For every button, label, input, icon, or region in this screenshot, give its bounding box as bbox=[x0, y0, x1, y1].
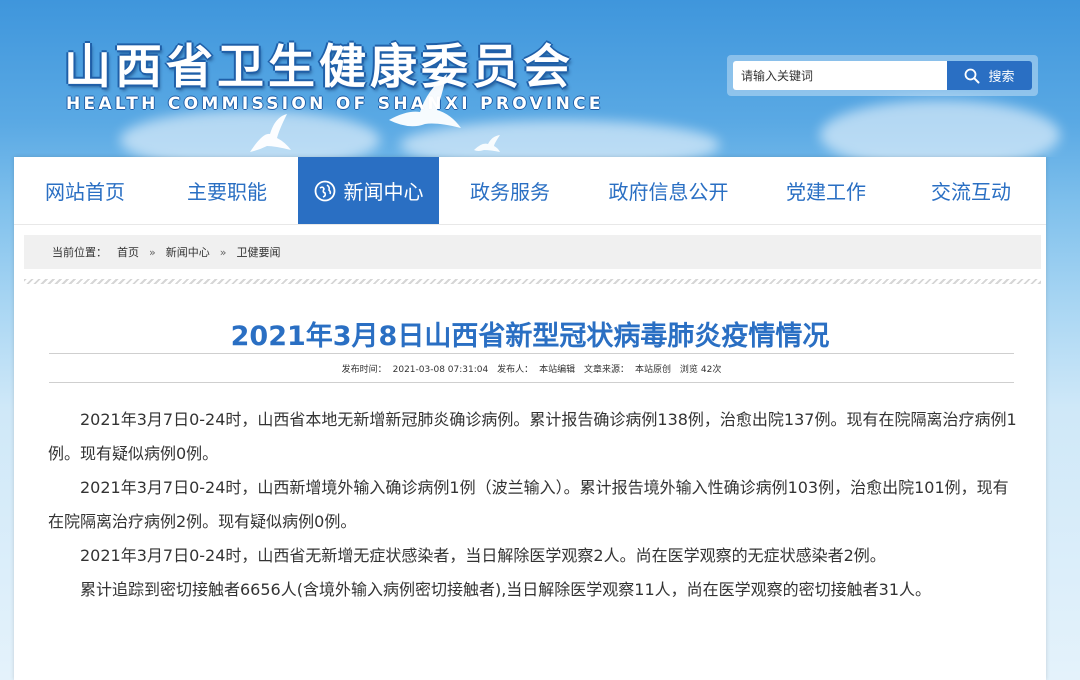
publisher-label: 发布人： bbox=[497, 365, 534, 375]
nav-item-functions[interactable]: 主要职能 bbox=[156, 157, 298, 224]
publisher: 本站编辑 bbox=[539, 365, 576, 375]
article-paragraph: 2021年3月7日0-24时，山西新增境外输入确诊病例1例（波兰输入）。累计报告… bbox=[48, 478, 1009, 531]
breadcrumb-separator: » bbox=[149, 245, 156, 259]
source-label: 文章来源： bbox=[584, 365, 630, 375]
publish-time: 2021-03-08 07:31:04 bbox=[392, 365, 489, 375]
article-title: 2021年3月8日山西省新型冠状病毒肺炎疫情情况 bbox=[230, 321, 830, 352]
search-button-label: 搜索 bbox=[988, 70, 1015, 85]
dove-icon bbox=[250, 114, 291, 152]
nav-item-home[interactable]: 网站首页 bbox=[14, 157, 156, 224]
search-icon bbox=[965, 68, 980, 83]
nav-item-news[interactable]: 新闻中心 bbox=[298, 157, 439, 224]
breadcrumb: 当前位置： 首页 » 新闻中心 » 卫健要闻 bbox=[24, 235, 1041, 269]
nav-item-label: 交流互动 bbox=[931, 180, 1011, 204]
breadcrumb-link-home[interactable]: 首页 bbox=[117, 244, 139, 260]
nav-item-gov-services[interactable]: 政务服务 bbox=[439, 157, 581, 224]
nav-item-label: 主要职能 bbox=[187, 180, 267, 204]
search-box: 搜索 bbox=[727, 55, 1038, 96]
breadcrumb-link-health-news[interactable]: 卫健要闻 bbox=[236, 244, 280, 260]
article-content: 2021年3月7日0-24时，山西省本地无新增新冠肺炎确诊病例。累计报告确诊病例… bbox=[48, 403, 1020, 607]
main-nav: 网站首页 主要职能 新闻中心 政务服务 政府信息公开 党建工作 交流互动 bbox=[14, 157, 1046, 225]
nav-item-label: 网站首页 bbox=[45, 180, 125, 204]
nav-item-label: 政府信息公开 bbox=[608, 180, 729, 204]
globe-icon bbox=[314, 180, 335, 201]
search-input[interactable] bbox=[733, 61, 947, 90]
main-panel: 网站首页 主要职能 新闻中心 政务服务 政府信息公开 党建工作 交流互动 当前位… bbox=[14, 157, 1046, 680]
breadcrumb-prefix: 当前位置： bbox=[52, 246, 107, 259]
meta-divider bbox=[49, 382, 1014, 383]
article-paragraph: 2021年3月7日0-24时，山西省本地无新增新冠肺炎确诊病例。累计报告确诊病例… bbox=[48, 410, 1017, 463]
search-button[interactable]: 搜索 bbox=[947, 61, 1032, 90]
divider-stripe bbox=[24, 279, 1041, 284]
source: 本站原创 bbox=[635, 365, 672, 375]
nav-item-party-building[interactable]: 党建工作 bbox=[756, 157, 896, 224]
nav-item-info-disclosure[interactable]: 政府信息公开 bbox=[581, 157, 756, 224]
views-count: 42 bbox=[700, 365, 713, 375]
breadcrumb-link-news[interactable]: 新闻中心 bbox=[166, 244, 210, 260]
dove-icon bbox=[474, 135, 500, 152]
nav-item-label: 新闻中心 bbox=[343, 180, 424, 204]
article-paragraph: 累计追踪到密切接触者6656人(含境外输入病例密切接触者),当日解除医学观察11… bbox=[80, 580, 932, 599]
nav-item-interaction[interactable]: 交流互动 bbox=[896, 157, 1046, 224]
site-subtitle: HEALTH COMMISSION OF SHANXI PROVINCE bbox=[66, 94, 604, 114]
nav-item-label: 政务服务 bbox=[470, 180, 550, 204]
views-suffix: 次 bbox=[712, 365, 722, 375]
cloud-decoration bbox=[820, 100, 1060, 157]
site-title: 山西省卫生健康委员会 bbox=[64, 40, 574, 95]
views-label: 浏览 bbox=[679, 365, 698, 375]
publish-time-label: 发布时间： bbox=[341, 365, 387, 375]
article-paragraph: 2021年3月7日0-24时，山西省无新增无症状感染者，当日解除医学观察2人。尚… bbox=[80, 546, 886, 565]
breadcrumb-separator: » bbox=[219, 245, 227, 259]
nav-item-label: 党建工作 bbox=[786, 180, 866, 204]
article-meta: 发布时间： 2021-03-08 07:31:04 发布人： 本站编辑 文章来源： 本… bbox=[14, 362, 1046, 375]
site-header: 山西省卫生健康委员会 HEALTH COMMISSION OF SHANXI P… bbox=[0, 0, 1080, 157]
title-divider bbox=[49, 353, 1014, 354]
dove-icon bbox=[389, 74, 461, 128]
